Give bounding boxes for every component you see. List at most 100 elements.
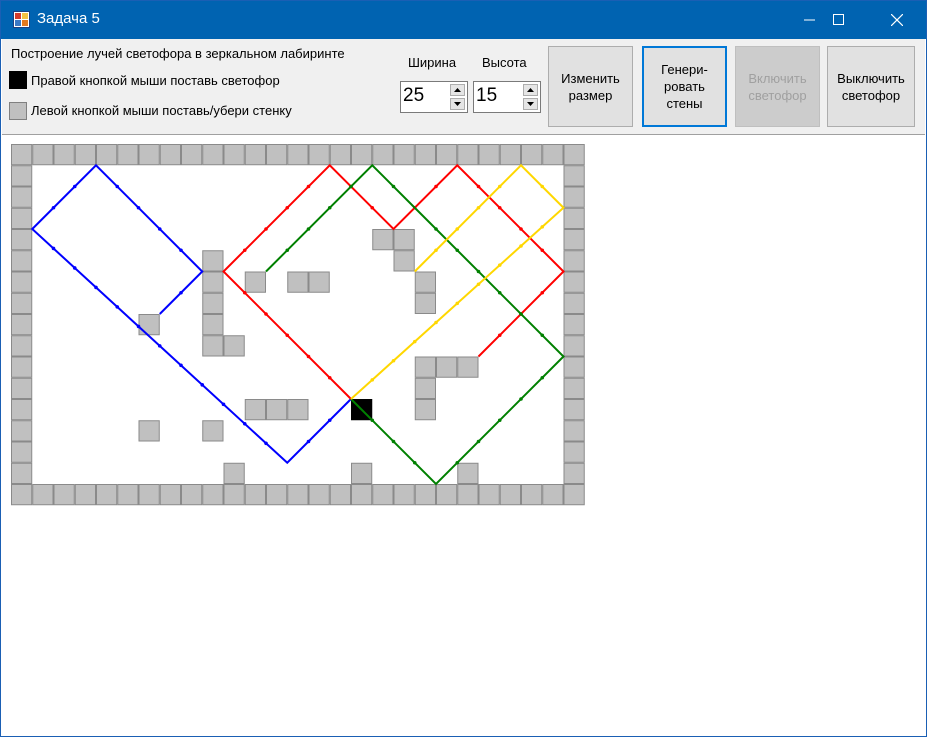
maze-wall-cell[interactable] xyxy=(563,399,585,421)
maze-wall-cell[interactable] xyxy=(138,314,160,336)
width-up-button[interactable] xyxy=(450,84,465,96)
maze-wall-cell[interactable] xyxy=(11,399,33,421)
maze-wall-cell[interactable] xyxy=(372,484,394,506)
maze-wall-cell[interactable] xyxy=(117,144,139,166)
maze-wall-cell[interactable] xyxy=(32,484,54,506)
height-stepper[interactable]: 15 xyxy=(473,81,541,113)
maze-wall-cell[interactable] xyxy=(159,484,181,506)
title-bar[interactable]: Задача 5 xyxy=(1,1,926,39)
maze-wall-cell[interactable] xyxy=(542,144,564,166)
maze-wall-cell[interactable] xyxy=(308,271,330,293)
maze-wall-cell[interactable] xyxy=(499,484,521,506)
maze-wall-cell[interactable] xyxy=(11,271,33,293)
width-value[interactable]: 25 xyxy=(403,85,424,107)
maze-wall-cell[interactable] xyxy=(414,484,436,506)
maze-wall-cell[interactable] xyxy=(521,144,543,166)
maze-wall-cell[interactable] xyxy=(223,484,245,506)
maze-wall-cell[interactable] xyxy=(329,144,351,166)
maze-wall-cell[interactable] xyxy=(181,484,203,506)
maze-wall-cell[interactable] xyxy=(436,484,458,506)
maze-wall-cell[interactable] xyxy=(457,462,479,484)
maze-wall-cell[interactable] xyxy=(287,271,309,293)
maze-wall-cell[interactable] xyxy=(414,356,436,378)
disable-light-button[interactable]: Выключить светофор xyxy=(827,46,915,127)
maze-wall-cell[interactable] xyxy=(11,420,33,442)
maze-wall-cell[interactable] xyxy=(244,399,266,421)
height-up-button[interactable] xyxy=(523,84,538,96)
maze-wall-cell[interactable] xyxy=(563,207,585,229)
maze-wall-cell[interactable] xyxy=(563,250,585,272)
maze-wall-cell[interactable] xyxy=(181,144,203,166)
maze-wall-cell[interactable] xyxy=(11,335,33,357)
maze-wall-cell[interactable] xyxy=(329,484,351,506)
maze-wall-cell[interactable] xyxy=(393,144,415,166)
maze-wall-cell[interactable] xyxy=(11,356,33,378)
maze-wall-cell[interactable] xyxy=(308,484,330,506)
maze-wall-cell[interactable] xyxy=(223,144,245,166)
resize-button[interactable]: Изменить размер xyxy=(548,46,633,127)
maze-wall-cell[interactable] xyxy=(11,165,33,187)
maze-wall-cell[interactable] xyxy=(457,144,479,166)
maze-wall-cell[interactable] xyxy=(351,462,373,484)
maze-wall-cell[interactable] xyxy=(11,484,33,506)
maze-wall-cell[interactable] xyxy=(244,271,266,293)
maze-wall-cell[interactable] xyxy=(202,250,224,272)
maze-wall-cell[interactable] xyxy=(563,186,585,208)
maze-wall-cell[interactable] xyxy=(202,335,224,357)
maze-wall-cell[interactable] xyxy=(138,144,160,166)
maze-wall-cell[interactable] xyxy=(11,229,33,251)
maze-wall-cell[interactable] xyxy=(138,420,160,442)
maze-wall-cell[interactable] xyxy=(287,399,309,421)
maze-wall-cell[interactable] xyxy=(53,144,75,166)
maze-wall-cell[interactable] xyxy=(478,144,500,166)
maze-wall-cell[interactable] xyxy=(351,484,373,506)
maze-wall-cell[interactable] xyxy=(11,462,33,484)
maze-wall-cell[interactable] xyxy=(266,399,288,421)
maze-wall-cell[interactable] xyxy=(11,314,33,336)
maze-wall-cell[interactable] xyxy=(74,144,96,166)
maze-wall-cell[interactable] xyxy=(202,271,224,293)
maze-wall-cell[interactable] xyxy=(159,144,181,166)
maze-wall-cell[interactable] xyxy=(308,144,330,166)
maze-wall-cell[interactable] xyxy=(521,484,543,506)
maze-wall-cell[interactable] xyxy=(436,356,458,378)
maze-wall-cell[interactable] xyxy=(11,377,33,399)
maze-wall-cell[interactable] xyxy=(563,292,585,314)
maze-wall-cell[interactable] xyxy=(563,229,585,251)
maze-wall-cell[interactable] xyxy=(11,250,33,272)
maze-wall-cell[interactable] xyxy=(32,144,54,166)
height-down-button[interactable] xyxy=(523,98,538,110)
generate-walls-button[interactable]: Генери- ровать стены xyxy=(642,46,727,127)
maze-wall-cell[interactable] xyxy=(138,484,160,506)
enable-light-button[interactable]: Включить светофор xyxy=(735,46,820,127)
maze-wall-cell[interactable] xyxy=(457,484,479,506)
maze-wall-cell[interactable] xyxy=(414,271,436,293)
maze-wall-cell[interactable] xyxy=(563,462,585,484)
maze-wall-cell[interactable] xyxy=(117,484,139,506)
maze-wall-cell[interactable] xyxy=(11,441,33,463)
maze-wall-cell[interactable] xyxy=(11,207,33,229)
maze-wall-cell[interactable] xyxy=(563,314,585,336)
maze-wall-cell[interactable] xyxy=(436,144,458,166)
maze-wall-cell[interactable] xyxy=(287,144,309,166)
maze-wall-cell[interactable] xyxy=(393,229,415,251)
maze-wall-cell[interactable] xyxy=(11,144,33,166)
maze-wall-cell[interactable] xyxy=(499,144,521,166)
maze-wall-cell[interactable] xyxy=(542,484,564,506)
maze-wall-cell[interactable] xyxy=(457,356,479,378)
maze-wall-cell[interactable] xyxy=(563,165,585,187)
maze-wall-cell[interactable] xyxy=(563,441,585,463)
maze-wall-cell[interactable] xyxy=(202,484,224,506)
maze-wall-cell[interactable] xyxy=(478,484,500,506)
maze-wall-cell[interactable] xyxy=(414,144,436,166)
maze-wall-cell[interactable] xyxy=(244,144,266,166)
maze-wall-cell[interactable] xyxy=(53,484,75,506)
width-down-button[interactable] xyxy=(450,98,465,110)
close-button[interactable] xyxy=(868,1,926,39)
maze-wall-cell[interactable] xyxy=(563,484,585,506)
maze-wall-cell[interactable] xyxy=(563,335,585,357)
maze-wall-cell[interactable] xyxy=(202,144,224,166)
maze-wall-cell[interactable] xyxy=(563,271,585,293)
maze-wall-cell[interactable] xyxy=(287,484,309,506)
maze-wall-cell[interactable] xyxy=(223,462,245,484)
